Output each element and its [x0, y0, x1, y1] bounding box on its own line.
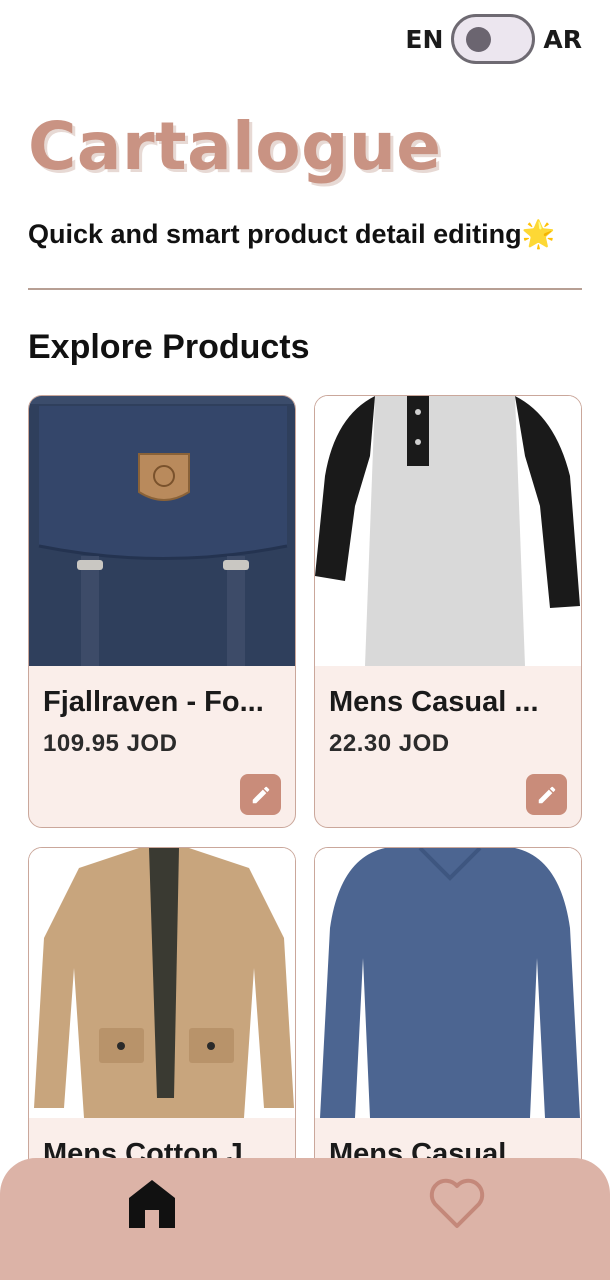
language-toggle[interactable]: EN AR	[405, 14, 582, 64]
edit-button[interactable]	[526, 774, 567, 815]
switch-knob	[466, 27, 492, 52]
product-grid: Fjallraven - Fo... 109.95 JOD Mens Casua…	[28, 395, 582, 1160]
app-title: Cartalogue	[28, 108, 442, 185]
product-image-cotton-jacket	[29, 848, 295, 1118]
lang-ar-label: AR	[543, 24, 582, 54]
pencil-icon	[538, 786, 555, 803]
language-switch[interactable]	[451, 14, 536, 64]
tagline: Quick and smart product detail editing🌟	[28, 218, 555, 250]
product-card[interactable]: Mens Cotton J	[28, 847, 296, 1160]
sparkle-emoji: 🌟	[521, 219, 556, 249]
product-name: Fjallraven - Fo...	[43, 686, 264, 718]
heart-icon	[429, 1178, 485, 1228]
product-name: Mens Cotton J	[43, 1138, 243, 1160]
nav-favorites[interactable]	[428, 1176, 486, 1230]
product-image-backpack	[29, 396, 295, 666]
product-price: 109.95 JOD	[43, 730, 178, 757]
product-price: 22.30 JOD	[329, 730, 450, 757]
product-card[interactable]: Mens Casual	[314, 847, 582, 1160]
home-icon	[129, 1180, 175, 1228]
product-card[interactable]: Mens Casual ... 22.30 JOD	[314, 395, 582, 828]
header-divider	[28, 288, 582, 290]
product-card[interactable]: Fjallraven - Fo... 109.95 JOD	[28, 395, 296, 828]
product-name: Mens Casual	[329, 1138, 507, 1160]
product-image-raglan-shirt	[315, 396, 581, 666]
pencil-icon	[252, 786, 269, 803]
bottom-navigation	[0, 1158, 610, 1280]
product-image-blue-longsleeve	[315, 848, 581, 1118]
lang-en-label: EN	[405, 24, 444, 54]
edit-button[interactable]	[240, 774, 281, 815]
nav-home[interactable]	[127, 1178, 177, 1230]
tagline-text: Quick and smart product detail editing	[28, 219, 522, 249]
product-name: Mens Casual ...	[329, 686, 539, 718]
section-title: Explore Products	[28, 328, 310, 366]
